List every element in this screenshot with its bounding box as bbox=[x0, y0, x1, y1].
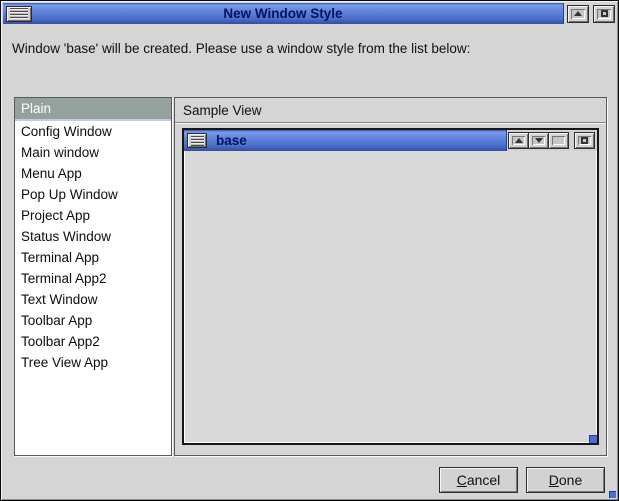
style-item-terminal-app[interactable]: Terminal App bbox=[15, 247, 171, 268]
style-item-menu-app[interactable]: Menu App bbox=[15, 163, 171, 184]
resize-grip bbox=[589, 435, 597, 443]
sample-window-buttons bbox=[507, 130, 597, 151]
maximize-button[interactable] bbox=[593, 5, 615, 23]
style-item-toolbar-app[interactable]: Toolbar App bbox=[15, 310, 171, 331]
window-menu-button[interactable] bbox=[6, 6, 32, 22]
sample-arrow-up-button bbox=[508, 132, 529, 149]
sample-arrow-down-button bbox=[528, 132, 549, 149]
sample-blank-button bbox=[548, 132, 569, 149]
window-title: New Window Style bbox=[3, 6, 563, 21]
style-item-toolbar-app2[interactable]: Toolbar App2 bbox=[15, 331, 171, 352]
done-button-label: Done bbox=[549, 472, 582, 488]
sample-maximize-button bbox=[574, 132, 595, 149]
shade-triangle-icon bbox=[574, 11, 582, 16]
titlebar-drag-area[interactable]: New Window Style bbox=[3, 3, 564, 24]
style-item-tree-view-app[interactable]: Tree View App bbox=[15, 352, 171, 373]
dialog-resize-grip[interactable] bbox=[609, 491, 616, 498]
blank-button-icon bbox=[552, 136, 565, 145]
instruction-text: Window 'base' will be created. Please us… bbox=[12, 41, 470, 56]
window-style-list[interactable]: Plain Config Window Main window Menu App… bbox=[14, 97, 172, 456]
maximize-square-icon bbox=[581, 137, 588, 144]
window-menu-icon bbox=[10, 8, 28, 19]
style-item-config-window[interactable]: Config Window bbox=[15, 121, 171, 142]
style-item-main-window[interactable]: Main window bbox=[15, 142, 171, 163]
sample-window-preview: base bbox=[182, 128, 599, 445]
maximize-square-icon bbox=[601, 10, 608, 17]
done-button[interactable]: Done bbox=[526, 467, 605, 493]
sample-view-separator bbox=[175, 122, 606, 123]
action-bar: Cancel Done bbox=[1, 467, 605, 493]
arrow-down-icon bbox=[535, 138, 543, 143]
window-menu-icon bbox=[191, 136, 204, 146]
sample-window-content bbox=[184, 151, 597, 443]
style-item-plain[interactable]: Plain bbox=[15, 98, 171, 121]
cancel-button[interactable]: Cancel bbox=[439, 467, 518, 493]
new-window-style-dialog: New Window Style Window 'base' will be c… bbox=[0, 0, 619, 501]
style-item-project-app[interactable]: Project App bbox=[15, 205, 171, 226]
style-item-terminal-app2[interactable]: Terminal App2 bbox=[15, 268, 171, 289]
shade-button[interactable] bbox=[567, 5, 589, 23]
sample-window-menu-button bbox=[187, 133, 207, 148]
titlebar: New Window Style bbox=[3, 3, 616, 24]
arrow-up-icon bbox=[515, 138, 523, 143]
style-item-status-window[interactable]: Status Window bbox=[15, 226, 171, 247]
style-item-pop-up-window[interactable]: Pop Up Window bbox=[15, 184, 171, 205]
sample-view-label: Sample View bbox=[175, 98, 606, 122]
sample-window-titlebar: base bbox=[184, 130, 597, 151]
sample-window-titlebar-blue: base bbox=[184, 130, 507, 151]
titlebar-buttons bbox=[564, 3, 616, 24]
cancel-button-label: Cancel bbox=[457, 472, 501, 488]
style-item-text-window[interactable]: Text Window bbox=[15, 289, 171, 310]
sample-window-title: base bbox=[216, 133, 247, 148]
sample-view-panel: Sample View base bbox=[174, 97, 607, 456]
